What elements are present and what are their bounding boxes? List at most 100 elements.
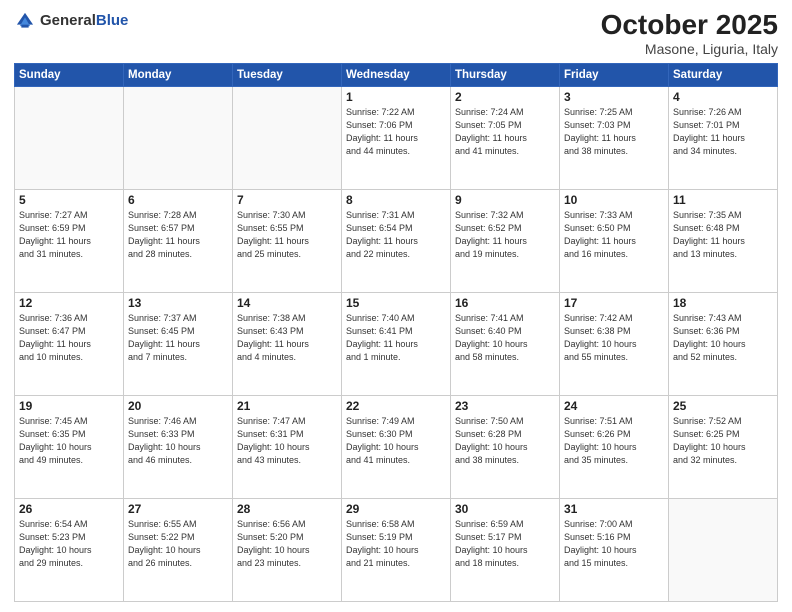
col-thursday: Thursday	[451, 63, 560, 86]
day-number: 12	[19, 296, 119, 310]
day-cell: 7 Sunrise: 7:30 AM Sunset: 6:55 PM Daylig…	[233, 189, 342, 292]
day-info: Sunrise: 7:49 AM Sunset: 6:30 PM Dayligh…	[346, 415, 446, 467]
title-block: October 2025 Masone, Liguria, Italy	[601, 10, 778, 57]
day-cell: 18 Sunrise: 7:43 AM Sunset: 6:36 PM Dayli…	[669, 292, 778, 395]
day-number: 31	[564, 502, 664, 516]
day-cell: 28 Sunrise: 6:56 AM Sunset: 5:20 PM Dayli…	[233, 498, 342, 601]
day-info: Sunrise: 7:42 AM Sunset: 6:38 PM Dayligh…	[564, 312, 664, 364]
day-cell: 10Sunrise: 7:33 AM Sunset: 6:50 PM Dayli…	[560, 189, 669, 292]
day-cell: 14Sunrise: 7:38 AM Sunset: 6:43 PM Dayli…	[233, 292, 342, 395]
day-number: 18	[673, 296, 773, 310]
day-info: Sunrise: 6:55 AM Sunset: 5:22 PM Dayligh…	[128, 518, 228, 570]
day-cell: 9 Sunrise: 7:32 AM Sunset: 6:52 PM Daylig…	[451, 189, 560, 292]
day-cell: 12 Sunrise: 7:36 AM Sunset: 6:47 PM Dayli…	[15, 292, 124, 395]
day-cell: 1 Sunrise: 7:22 AM Sunset: 7:06 PM Daylig…	[342, 86, 451, 189]
col-wednesday: Wednesday	[342, 63, 451, 86]
day-number: 29	[346, 502, 446, 516]
day-number: 20	[128, 399, 228, 413]
day-info: Sunrise: 7:00 AM Sunset: 5:16 PM Dayligh…	[564, 518, 664, 570]
day-number: 3	[564, 90, 664, 104]
day-number: 6	[128, 193, 228, 207]
day-number: 23	[455, 399, 555, 413]
day-cell: 19 Sunrise: 7:45 AM Sunset: 6:35 PM Dayli…	[15, 395, 124, 498]
day-info: Sunrise: 7:36 AM Sunset: 6:47 PM Dayligh…	[19, 312, 119, 364]
day-cell	[124, 86, 233, 189]
day-info: Sunrise: 7:32 AM Sunset: 6:52 PM Dayligh…	[455, 209, 555, 261]
day-info: Sunrise: 7:31 AM Sunset: 6:54 PM Dayligh…	[346, 209, 446, 261]
header-row: Sunday Monday Tuesday Wednesday Thursday…	[15, 63, 778, 86]
logo: GeneralBlue	[14, 10, 128, 32]
day-number: 13	[128, 296, 228, 310]
col-sunday: Sunday	[15, 63, 124, 86]
day-info: Sunrise: 7:50 AM Sunset: 6:28 PM Dayligh…	[455, 415, 555, 467]
logo-general-text: General	[40, 12, 96, 29]
day-cell: 31 Sunrise: 7:00 AM Sunset: 5:16 PM Dayli…	[560, 498, 669, 601]
day-info: Sunrise: 7:45 AM Sunset: 6:35 PM Dayligh…	[19, 415, 119, 467]
day-number: 8	[346, 193, 446, 207]
day-cell: 27 Sunrise: 6:55 AM Sunset: 5:22 PM Dayli…	[124, 498, 233, 601]
day-number: 7	[237, 193, 337, 207]
logo-icon	[14, 10, 36, 32]
day-cell: 2 Sunrise: 7:24 AM Sunset: 7:05 PM Daylig…	[451, 86, 560, 189]
day-cell: 5 Sunrise: 7:27 AM Sunset: 6:59 PM Daylig…	[15, 189, 124, 292]
day-info: Sunrise: 6:56 AM Sunset: 5:20 PM Dayligh…	[237, 518, 337, 570]
week-row-0: 1 Sunrise: 7:22 AM Sunset: 7:06 PM Daylig…	[15, 86, 778, 189]
day-cell	[15, 86, 124, 189]
day-number: 28	[237, 502, 337, 516]
day-info: Sunrise: 7:22 AM Sunset: 7:06 PM Dayligh…	[346, 106, 446, 158]
day-info: Sunrise: 7:28 AM Sunset: 6:57 PM Dayligh…	[128, 209, 228, 261]
day-info: Sunrise: 7:51 AM Sunset: 6:26 PM Dayligh…	[564, 415, 664, 467]
day-number: 1	[346, 90, 446, 104]
day-cell	[233, 86, 342, 189]
day-number: 27	[128, 502, 228, 516]
day-cell: 17 Sunrise: 7:42 AM Sunset: 6:38 PM Dayli…	[560, 292, 669, 395]
logo-blue-text: Blue	[96, 12, 129, 29]
day-cell: 20 Sunrise: 7:46 AM Sunset: 6:33 PM Dayli…	[124, 395, 233, 498]
page: GeneralBlue October 2025 Masone, Liguria…	[0, 0, 792, 612]
day-cell: 26Sunrise: 6:54 AM Sunset: 5:23 PM Dayli…	[15, 498, 124, 601]
day-cell: 8 Sunrise: 7:31 AM Sunset: 6:54 PM Daylig…	[342, 189, 451, 292]
day-info: Sunrise: 7:26 AM Sunset: 7:01 PM Dayligh…	[673, 106, 773, 158]
day-info: Sunrise: 7:27 AM Sunset: 6:59 PM Dayligh…	[19, 209, 119, 261]
day-info: Sunrise: 7:47 AM Sunset: 6:31 PM Dayligh…	[237, 415, 337, 467]
day-number: 30	[455, 502, 555, 516]
calendar-table: Sunday Monday Tuesday Wednesday Thursday…	[14, 63, 778, 602]
day-number: 14	[237, 296, 337, 310]
day-cell: 25Sunrise: 7:52 AM Sunset: 6:25 PM Dayli…	[669, 395, 778, 498]
day-cell: 22 Sunrise: 7:49 AM Sunset: 6:30 PM Dayli…	[342, 395, 451, 498]
day-number: 2	[455, 90, 555, 104]
col-monday: Monday	[124, 63, 233, 86]
day-cell: 23 Sunrise: 7:50 AM Sunset: 6:28 PM Dayli…	[451, 395, 560, 498]
day-info: Sunrise: 7:46 AM Sunset: 6:33 PM Dayligh…	[128, 415, 228, 467]
day-info: Sunrise: 7:33 AM Sunset: 6:50 PM Dayligh…	[564, 209, 664, 261]
day-info: Sunrise: 7:43 AM Sunset: 6:36 PM Dayligh…	[673, 312, 773, 364]
header: GeneralBlue October 2025 Masone, Liguria…	[14, 10, 778, 57]
day-cell	[669, 498, 778, 601]
week-row-1: 5 Sunrise: 7:27 AM Sunset: 6:59 PM Daylig…	[15, 189, 778, 292]
day-number: 17	[564, 296, 664, 310]
day-number: 5	[19, 193, 119, 207]
day-cell: 29Sunrise: 6:58 AM Sunset: 5:19 PM Dayli…	[342, 498, 451, 601]
day-number: 24	[564, 399, 664, 413]
col-friday: Friday	[560, 63, 669, 86]
day-number: 4	[673, 90, 773, 104]
day-info: Sunrise: 7:25 AM Sunset: 7:03 PM Dayligh…	[564, 106, 664, 158]
day-number: 25	[673, 399, 773, 413]
col-tuesday: Tuesday	[233, 63, 342, 86]
day-number: 9	[455, 193, 555, 207]
week-row-3: 19 Sunrise: 7:45 AM Sunset: 6:35 PM Dayli…	[15, 395, 778, 498]
day-info: Sunrise: 7:30 AM Sunset: 6:55 PM Dayligh…	[237, 209, 337, 261]
day-number: 19	[19, 399, 119, 413]
day-cell: 24 Sunrise: 7:51 AM Sunset: 6:26 PM Dayli…	[560, 395, 669, 498]
day-number: 26	[19, 502, 119, 516]
calendar-subtitle: Masone, Liguria, Italy	[601, 41, 778, 57]
day-info: Sunrise: 7:37 AM Sunset: 6:45 PM Dayligh…	[128, 312, 228, 364]
day-info: Sunrise: 6:59 AM Sunset: 5:17 PM Dayligh…	[455, 518, 555, 570]
day-info: Sunrise: 7:41 AM Sunset: 6:40 PM Dayligh…	[455, 312, 555, 364]
day-cell: 13 Sunrise: 7:37 AM Sunset: 6:45 PM Dayli…	[124, 292, 233, 395]
day-cell: 11Sunrise: 7:35 AM Sunset: 6:48 PM Dayli…	[669, 189, 778, 292]
day-info: Sunrise: 7:24 AM Sunset: 7:05 PM Dayligh…	[455, 106, 555, 158]
day-number: 22	[346, 399, 446, 413]
col-saturday: Saturday	[669, 63, 778, 86]
day-cell: 21Sunrise: 7:47 AM Sunset: 6:31 PM Dayli…	[233, 395, 342, 498]
